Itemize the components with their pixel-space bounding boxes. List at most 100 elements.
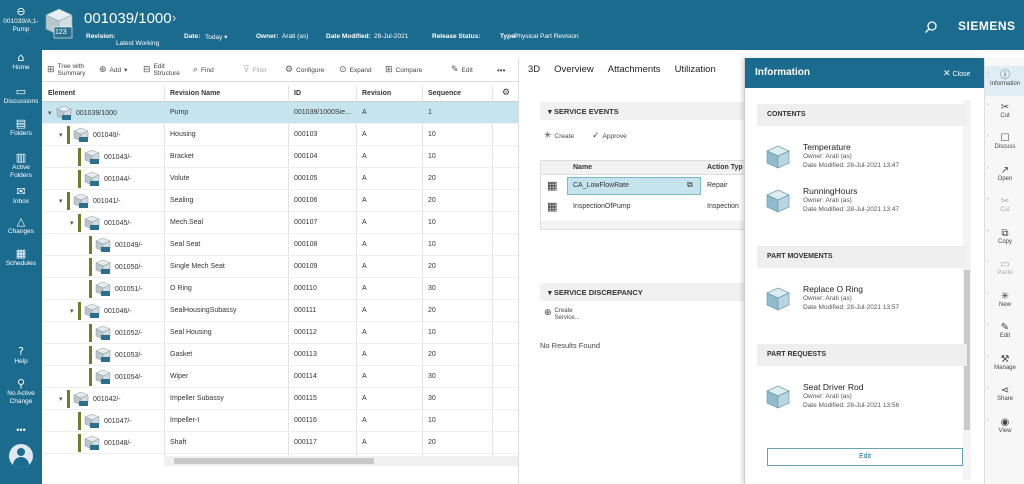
scrollbar-thumb[interactable] bbox=[174, 458, 374, 464]
column-settings-gear-icon[interactable]: ⚙ bbox=[502, 88, 510, 98]
collapse-icon[interactable]: ▾ bbox=[548, 107, 552, 116]
info-card[interactable]: Temperature Owner: Arati (as) Date Modifie… bbox=[757, 142, 967, 174]
revision-value[interactable]: Latest Working bbox=[116, 40, 159, 47]
avatar[interactable] bbox=[9, 444, 33, 468]
element-cell[interactable]: 001044/- bbox=[70, 170, 132, 188]
add-button[interactable]: ⊕ Add ▾ bbox=[94, 62, 132, 78]
command-open[interactable]: ‹ ↗ Open bbox=[985, 161, 1024, 191]
column-header-sequence[interactable]: Sequence bbox=[428, 90, 461, 97]
table-row[interactable]: ▾ 001039/1000 Pump 001039/1000Sie... A 1 bbox=[42, 102, 518, 124]
info-card[interactable]: Replace O Ring Owner: Arati (as) Date Modi… bbox=[757, 284, 967, 316]
expand-toggle-icon[interactable]: ▾ bbox=[59, 395, 67, 403]
element-cell[interactable]: 001052/- bbox=[81, 324, 143, 342]
element-cell[interactable]: 001050/- bbox=[81, 258, 143, 276]
table-row[interactable]: 001043/- Bracket 000104 A 10 bbox=[42, 146, 518, 168]
command-cut[interactable]: ‹ ✂ Cut bbox=[985, 98, 1024, 128]
command-copy[interactable]: ‹ ⧉ Copy bbox=[985, 224, 1024, 254]
expand-toggle-icon[interactable]: ▾ bbox=[59, 131, 67, 139]
table-row[interactable]: 001054/- Wiper 000114 A 30 bbox=[42, 366, 518, 388]
command-manage[interactable]: ‹ ⚒ Manage bbox=[985, 350, 1024, 380]
nav-item-folders[interactable]: ▤ Folders bbox=[0, 118, 42, 138]
help-button[interactable]: ? Help bbox=[0, 346, 42, 366]
tab-3d[interactable]: 3D bbox=[528, 64, 540, 88]
element-cell[interactable]: ▾ 001042/- bbox=[59, 390, 121, 408]
tab-overview[interactable]: Overview bbox=[554, 64, 594, 88]
filter-button[interactable]: ⊽ Filter bbox=[238, 62, 272, 78]
command-discuss[interactable]: ‹ ☐ Discuss bbox=[985, 129, 1024, 159]
table-row[interactable]: 001048/- Shaft 000117 A 20 bbox=[42, 432, 518, 454]
table-row[interactable]: 001049/- Seal Seat 000108 A 10 bbox=[42, 234, 518, 256]
command-view[interactable]: ‹ ◉ View bbox=[985, 413, 1024, 443]
approve-button[interactable]: ✓ Approve bbox=[592, 131, 627, 141]
command-paste[interactable]: ‹ ▭ Paste bbox=[985, 255, 1024, 285]
command-edit[interactable]: ‹ ✎ Edit bbox=[985, 318, 1024, 348]
info-card[interactable]: Seat Driver Rod Owner: Arati (as) Date Mod… bbox=[757, 382, 967, 414]
collapse-icon[interactable]: ▾ bbox=[548, 288, 552, 297]
expand-toggle-icon[interactable]: ▾ bbox=[59, 197, 67, 205]
info-card-name[interactable]: Seat Driver Rod bbox=[803, 382, 863, 392]
column-header-name[interactable]: Name bbox=[573, 164, 592, 171]
configure-button[interactable]: ⚙ Configure bbox=[280, 62, 329, 78]
info-edit-button[interactable]: Edit bbox=[767, 448, 963, 466]
table-row[interactable]: 001053/- Gasket 000113 A 20 bbox=[42, 344, 518, 366]
nav-item-inbox[interactable]: ✉ Inbox bbox=[0, 186, 42, 206]
nav-item-active-folders[interactable]: ▥ Active Folders bbox=[0, 152, 42, 180]
table-row[interactable]: 001044/- Volute 000105 A 20 bbox=[42, 168, 518, 190]
edit-button[interactable]: ✎ Edit bbox=[446, 62, 478, 78]
column-header-action-type[interactable]: Action Typ bbox=[707, 164, 743, 171]
toolbar-more-button[interactable]: ••• bbox=[492, 62, 510, 78]
info-card[interactable]: RunningHours Owner: Arati (as) Date Modifi… bbox=[757, 186, 967, 218]
element-cell[interactable]: ▾ 001045/- bbox=[70, 214, 132, 232]
info-card-name[interactable]: RunningHours bbox=[803, 186, 857, 196]
expand-toggle-icon[interactable]: ▾ bbox=[70, 219, 78, 227]
create-service-event-button[interactable]: ✳ Create bbox=[544, 131, 574, 141]
table-row[interactable]: ▦ CA_LowFlowRate ⧉ Repair bbox=[541, 176, 745, 196]
active-change-button[interactable]: ⚲ No Active Change bbox=[0, 378, 42, 406]
element-cell[interactable]: 001047/- bbox=[70, 412, 132, 430]
element-cell[interactable]: ▾ 001041/- bbox=[59, 192, 121, 210]
command-cut-2[interactable]: ‹ ✂ Cut bbox=[985, 192, 1024, 222]
table-row[interactable]: ▾ 001042/- Impeller Subassy 000115 A 30 bbox=[42, 388, 518, 410]
table-row[interactable]: ▾ 001040/- Housing 000103 A 10 bbox=[42, 124, 518, 146]
search-icon[interactable] bbox=[924, 20, 938, 34]
table-row[interactable]: 001051/- O Ring 000110 A 30 bbox=[42, 278, 518, 300]
tab-attachments[interactable]: Attachments bbox=[608, 64, 661, 88]
element-cell[interactable]: 001051/- bbox=[81, 280, 143, 298]
element-cell[interactable]: 001054/- bbox=[81, 368, 143, 386]
element-cell[interactable]: 001043/- bbox=[70, 148, 132, 166]
table-row[interactable]: ▦ InspectionOfPump Inspection bbox=[541, 197, 745, 217]
close-button[interactable]: ✕ Close bbox=[943, 68, 970, 79]
nav-item-schedules[interactable]: ▦ Schedules bbox=[0, 248, 42, 268]
element-cell[interactable]: ▾ 001039/1000 bbox=[48, 104, 117, 122]
element-cell[interactable]: ▾ 001046/- bbox=[70, 302, 132, 320]
compare-button[interactable]: ⊞ Compare bbox=[380, 62, 427, 78]
chevron-right-icon[interactable]: › bbox=[172, 10, 176, 25]
table-horizontal-scrollbar[interactable] bbox=[164, 456, 518, 466]
nav-item-discussions[interactable]: ▭ Discussions bbox=[0, 86, 42, 106]
column-header-element[interactable]: Element bbox=[48, 90, 75, 97]
table-row[interactable]: ▾ 001045/- Mech.Seal 000107 A 10 bbox=[42, 212, 518, 234]
column-header-revision[interactable]: Revision bbox=[362, 90, 391, 97]
expand-toggle-icon[interactable]: ▾ bbox=[48, 109, 56, 117]
element-cell[interactable]: 001048/- bbox=[70, 434, 132, 452]
back-button[interactable]: ⊖ 001039/A;1-Pump bbox=[0, 6, 42, 34]
table-row[interactable]: ▾ 001041/- Sealing 000106 A 20 bbox=[42, 190, 518, 212]
service-events-scrollbar[interactable] bbox=[541, 221, 745, 229]
nav-item-home[interactable]: ⌂ Home bbox=[0, 52, 42, 72]
expand-button[interactable]: ⊙ Expand bbox=[334, 62, 377, 78]
element-cell[interactable]: 001049/- bbox=[81, 236, 143, 254]
create-service-discrepancy-button[interactable]: ⊕ Create Service... bbox=[544, 308, 587, 322]
open-in-icon[interactable]: ⧉ bbox=[687, 180, 693, 190]
date-dropdown[interactable]: Today ▾ bbox=[205, 33, 227, 41]
service-event-name[interactable]: InspectionOfPump bbox=[573, 203, 631, 210]
table-row[interactable]: 001050/- Single Mech Seat 000109 A 20 bbox=[42, 256, 518, 278]
table-row[interactable]: 001052/- Seal Housing 000112 A 10 bbox=[42, 322, 518, 344]
tab-utilization[interactable]: Utilization bbox=[675, 64, 716, 88]
edit-structure-button[interactable]: ⊟ Edit Structure bbox=[138, 62, 189, 78]
table-row[interactable]: 001047/- Impeller-I 000116 A 10 bbox=[42, 410, 518, 432]
column-header-revision-name[interactable]: Revision Name bbox=[170, 90, 220, 97]
command-share[interactable]: ‹ ⋖ Share bbox=[985, 381, 1024, 411]
info-card-name[interactable]: Replace O Ring bbox=[803, 284, 863, 294]
column-header-id[interactable]: ID bbox=[294, 90, 301, 97]
service-event-name[interactable]: CA_LowFlowRate bbox=[573, 182, 629, 189]
